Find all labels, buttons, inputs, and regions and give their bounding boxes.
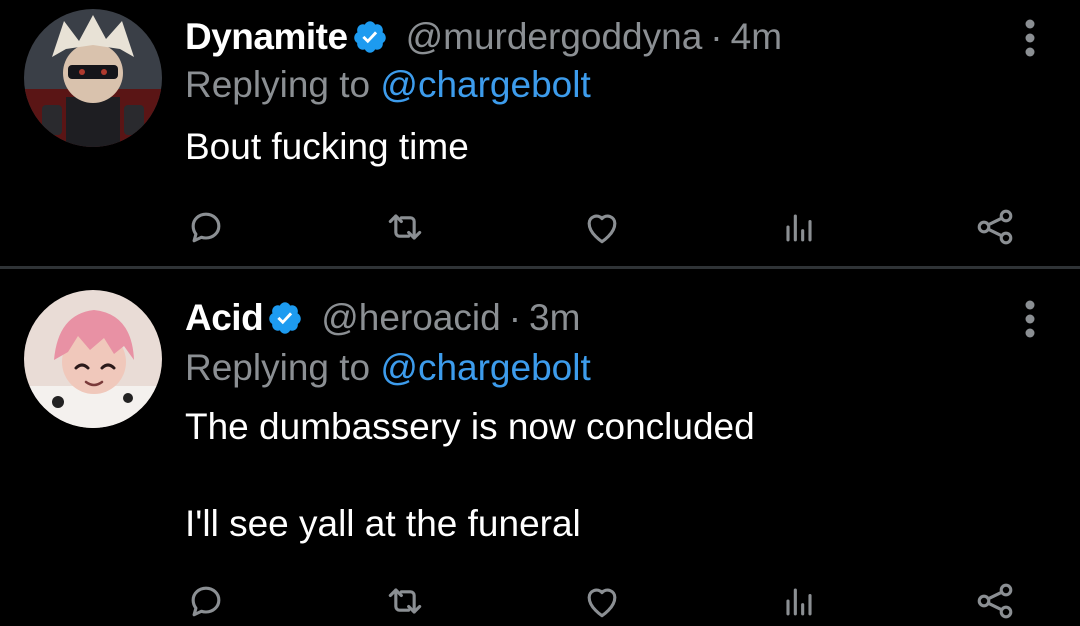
separator: ·: [710, 16, 723, 57]
tweet[interactable]: Dynamite @murdergoddyna · 4m Replying to…: [0, 0, 1080, 267]
more-options-icon[interactable]: [1024, 299, 1036, 339]
more-options-icon[interactable]: [1024, 18, 1036, 58]
separator: ·: [508, 297, 522, 338]
tweet-text-line: I'll see yall at the funeral: [185, 503, 581, 544]
action-bar: [0, 202, 1080, 252]
verified-badge-icon: [352, 19, 388, 55]
replying-to: Replying to @chargebolt: [185, 347, 591, 389]
display-name[interactable]: Acid: [185, 297, 264, 339]
replying-to: Replying to @chargebolt: [185, 64, 591, 106]
retweet-icon[interactable]: [380, 576, 430, 626]
user-handle[interactable]: @murdergoddyna: [406, 16, 703, 58]
share-icon[interactable]: [970, 202, 1020, 252]
replying-to-label: Replying to: [185, 347, 371, 388]
avatar[interactable]: [24, 9, 162, 147]
reply-icon[interactable]: [181, 576, 231, 626]
stats-icon[interactable]: [774, 576, 824, 626]
retweet-icon[interactable]: [380, 202, 430, 252]
like-icon[interactable]: [577, 202, 627, 252]
tweet-text: Bout fucking time: [185, 126, 469, 167]
reply-icon[interactable]: [181, 202, 231, 252]
like-icon[interactable]: [577, 576, 627, 626]
timestamp[interactable]: 4m: [731, 16, 782, 58]
tweet-header: Acid @heroacid · 3m: [185, 293, 580, 343]
action-bar: [0, 576, 1080, 626]
timestamp[interactable]: 3m: [529, 297, 580, 339]
reply-handle-link[interactable]: @chargebolt: [380, 64, 590, 105]
tweet-header: Dynamite @murdergoddyna · 4m: [185, 12, 782, 62]
tweet-text-line: The dumbassery is now concluded: [185, 406, 755, 447]
share-icon[interactable]: [970, 576, 1020, 626]
avatar[interactable]: [24, 290, 162, 428]
display-name[interactable]: Dynamite: [185, 16, 348, 58]
user-handle[interactable]: @heroacid: [321, 297, 501, 339]
replying-to-label: Replying to: [185, 64, 371, 105]
avatar-image: [24, 290, 162, 428]
avatar-image: [24, 9, 162, 147]
stats-icon[interactable]: [774, 202, 824, 252]
verified-badge-icon: [267, 300, 303, 336]
tweet[interactable]: Acid @heroacid · 3m Replying to @chargeb…: [0, 269, 1080, 621]
reply-handle-link[interactable]: @chargebolt: [380, 347, 590, 388]
